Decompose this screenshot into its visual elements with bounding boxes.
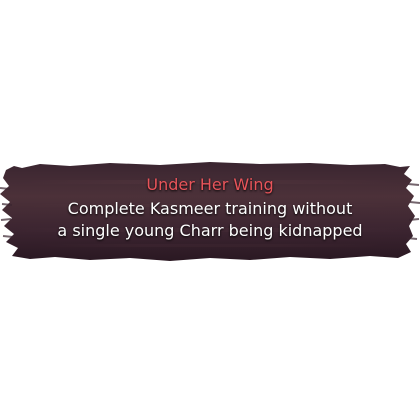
achievement-text: Under Her Wing Complete Kasmeer training…: [0, 158, 420, 268]
achievement-tooltip: Under Her Wing Complete Kasmeer training…: [0, 0, 420, 420]
brushstroke-banner: Under Her Wing Complete Kasmeer training…: [0, 158, 420, 268]
achievement-description-line-1: Complete Kasmeer training without: [67, 199, 353, 218]
achievement-title: Under Her Wing: [146, 175, 274, 194]
achievement-description-line-2: a single young Charr being kidnapped: [57, 221, 363, 240]
